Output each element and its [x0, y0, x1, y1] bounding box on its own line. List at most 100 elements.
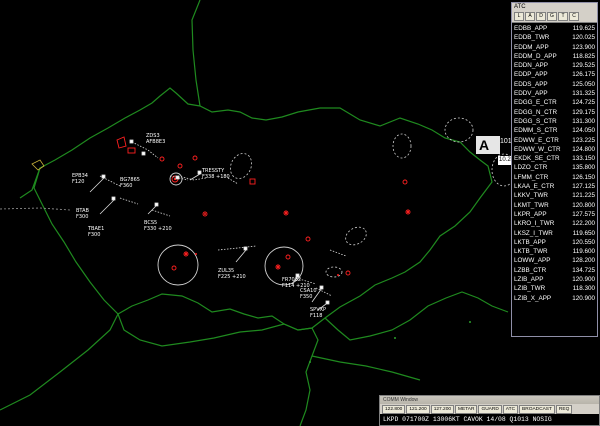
tab-metar[interactable]: METAR — [455, 405, 478, 414]
station-frequency: 120.800 — [572, 201, 595, 209]
station-callsign: LKRO_I_TWR — [514, 220, 555, 228]
atc-station-row[interactable]: EDGG_S_CTR 131.300 — [514, 117, 595, 126]
station-callsign: LOWW_APP — [514, 257, 551, 265]
filter-button[interactable]: L — [514, 12, 524, 21]
red-blip — [192, 155, 198, 161]
aircraft-symbol[interactable] — [243, 246, 248, 251]
aircraft-symbol[interactable] — [175, 175, 180, 180]
station-frequency: 133.150 — [572, 155, 595, 163]
station-callsign: EDWW_W_CTR — [514, 145, 561, 153]
atc-station-row[interactable]: LKKV_TWR 121.225 — [514, 191, 595, 200]
filter-button[interactable]: T — [558, 12, 568, 21]
atc-station-row[interactable]: LKMT_TWR 120.800 — [514, 201, 595, 210]
station-frequency: 131.325 — [572, 90, 595, 98]
atc-station-row[interactable]: LOWW_APP 128.200 — [514, 256, 595, 265]
filter-button[interactable]: A — [525, 12, 535, 21]
atc-station-row[interactable]: EDGG_E_CTR 124.725 — [514, 98, 595, 107]
aircraft-symbol[interactable] — [325, 300, 330, 305]
atc-station-list: EDBB_APP 119.625 EDDB_TWR 120.025 EDDM_APP 12… — [512, 23, 597, 303]
aircraft-label[interactable]: ZDS3 AFB8E3 — [146, 133, 165, 145]
aircraft-label[interactable]: SPVXP F118 — [310, 307, 326, 319]
atc-station-panel[interactable]: A TC L A D G T C EDBB_APP 119.625 EDDB_TWR 1… — [511, 2, 598, 337]
aircraft-label[interactable]: EPB34 F120 — [72, 173, 88, 185]
border-austria — [117, 313, 319, 426]
border-germany-south — [0, 167, 119, 411]
station-callsign: EDWW_E_CTR — [514, 136, 559, 144]
atc-station-row[interactable]: EDDN_APP 129.525 — [514, 61, 595, 70]
atc-station-row[interactable]: EDGG_N_CTR 129.175 — [514, 108, 595, 117]
tab-121-200[interactable]: 121.200 — [406, 405, 430, 414]
tab-127-200[interactable]: 127.200 — [430, 405, 455, 414]
aircraft-symbol[interactable] — [129, 139, 134, 144]
atc-station-row[interactable]: LKAA_E_CTR 127.125 — [514, 182, 595, 191]
tab-122-800[interactable]: 122.800 — [382, 405, 406, 414]
station-frequency: 119.625 — [572, 25, 595, 32]
atc-station-row[interactable]: LKRO_I_TWR 122.200 — [514, 219, 595, 228]
border-czechia — [33, 87, 493, 331]
atc-station-row[interactable]: LKTB_TWR 119.600 — [514, 247, 595, 256]
atc-station-row[interactable]: EDDM_D_APP 118.825 — [514, 52, 595, 61]
aircraft-line2: AFB8E3 — [146, 139, 165, 145]
atc-station-row[interactable]: EDWW_E_CTR 123.225 — [514, 136, 595, 145]
aircraft-label[interactable]: TBAE1 F300 — [87, 226, 104, 238]
station-frequency: 127.575 — [572, 210, 595, 218]
aircraft-symbol[interactable] — [319, 285, 324, 290]
aircraft-symbol[interactable] — [101, 174, 106, 179]
atc-station-row[interactable]: LFMM_CTR 126.150 — [514, 173, 595, 182]
atc-station-row[interactable]: EDDM_APP 123.900 — [514, 43, 595, 52]
tab-broadcast[interactable]: BROADCAST — [519, 405, 555, 414]
station-callsign: LZIB_APP — [514, 276, 544, 284]
station-callsign: EDDV_APP — [514, 90, 548, 98]
metar-text: LKPD 071700Z 13006KT CAVOK 14/08 Q1013 N… — [380, 414, 599, 425]
atc-station-row[interactable]: LKTB_APP 120.550 — [514, 238, 595, 247]
aircraft-label[interactable]: CSA10 F350 — [300, 288, 317, 300]
tab-req[interactable]: REQ — [555, 405, 573, 414]
atc-station-row[interactable]: LZBB_CTR 134.725 — [514, 266, 595, 275]
atc-station-row[interactable]: EDDS_APP 125.050 — [514, 80, 595, 89]
atc-station-row[interactable]: EKDK_SE_CTR 133.150 — [514, 154, 595, 163]
red-blip — [345, 270, 351, 276]
aircraft-symbol[interactable] — [111, 196, 116, 201]
atc-station-row[interactable]: LKPR_APP 127.575 — [514, 210, 595, 219]
aircraft-label[interactable]: TRESSTY F338 +180 — [201, 168, 230, 180]
comm-window[interactable]: COMM Window 122.800 121.200 127.200 META… — [379, 395, 600, 426]
atc-station-row[interactable]: LZIB_TWR 118.300 — [514, 284, 595, 293]
station-frequency: 122.200 — [572, 220, 595, 228]
aircraft-line2: F360 — [120, 183, 132, 189]
red-dots — [173, 177, 410, 276]
aircraft-label[interactable]: BTAB F300 — [76, 208, 90, 220]
atc-station-row[interactable]: EDWW_W_CTR 124.800 — [514, 145, 595, 154]
atc-filter-bar: L A D G T C — [512, 11, 597, 23]
atc-station-row[interactable]: EDDB_TWR 120.025 — [514, 33, 595, 42]
station-frequency: 118.300 — [572, 285, 595, 293]
filter-button[interactable]: D — [536, 12, 546, 21]
atis-letter-box[interactable]: A — [476, 136, 500, 154]
aircraft-symbol[interactable] — [141, 151, 146, 156]
atc-station-row[interactable]: LKSZ_I_TWR 119.650 — [514, 229, 595, 238]
atc-station-row[interactable]: EDBB_APP 119.625 — [514, 24, 595, 33]
filter-button[interactable]: G — [547, 12, 557, 21]
atc-station-row[interactable]: LZIB_APP 120.900 — [514, 275, 595, 284]
aircraft-label[interactable]: ZUL35 F225 +210 — [218, 268, 246, 280]
aircraft-line2: F300 — [76, 214, 88, 220]
tab-atc[interactable]: ATC — [502, 405, 519, 414]
atc-station-row[interactable]: EDMM_S_CTR 124.050 — [514, 126, 595, 135]
atc-station-row[interactable]: LZIB_X_APP 120.900 — [514, 294, 595, 303]
atc-station-row[interactable]: EDDV_APP 131.325 — [514, 89, 595, 98]
aircraft-symbol[interactable] — [154, 202, 159, 207]
aircraft-label[interactable]: BCS5 F330 +210 — [144, 220, 172, 232]
aircraft-symbol[interactable] — [197, 170, 202, 175]
aircraft-line2: F300 — [88, 232, 100, 238]
station-frequency: 123.225 — [572, 136, 595, 144]
atc-station-row[interactable]: EDDP_APP 126.175 — [514, 70, 595, 79]
station-frequency: 124.800 — [572, 145, 595, 153]
station-callsign: EDGG_E_CTR — [514, 99, 557, 107]
station-frequency: 118.825 — [572, 52, 595, 60]
station-frequency: 120.025 — [572, 34, 595, 42]
station-callsign: LZIB_TWR — [514, 285, 546, 293]
radar-scope[interactable]: ZDS3 AFB8E3 TRESSTY F338 +180 BG7865 F36… — [0, 0, 600, 426]
aircraft-label[interactable]: BG7865 F360 — [120, 177, 140, 189]
tab-guard[interactable]: GUARD — [478, 405, 502, 414]
atc-station-row[interactable]: LDZO_CTR 135.800 — [514, 163, 595, 172]
filter-button[interactable]: C — [569, 12, 579, 21]
